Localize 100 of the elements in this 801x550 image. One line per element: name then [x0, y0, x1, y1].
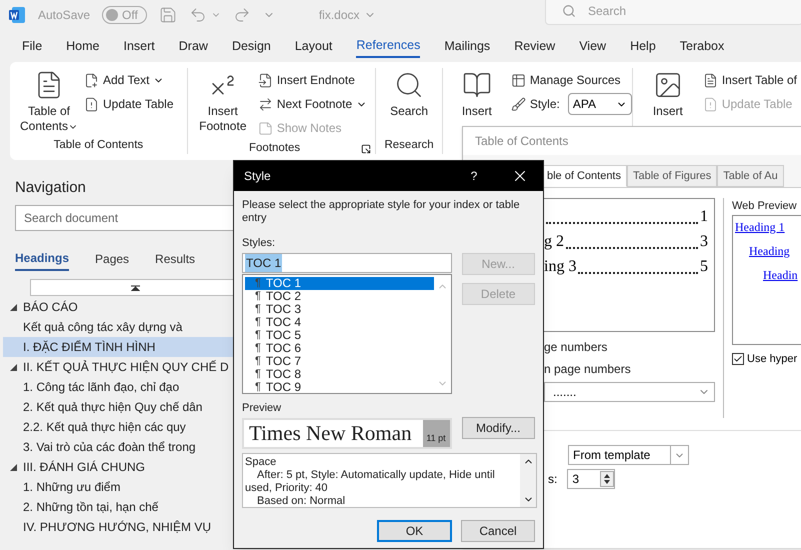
update-table-icon — [84, 96, 99, 112]
check-icon — [733, 354, 743, 364]
styles-list[interactable]: ¶ TOC 1 ¶ TOC 2 ¶ TOC 3 ¶ TOC 4 ¶ TOC 5 ¶ TOC 6 ¶ TOC 7 ¶ TOC 8 ¶ TOC 9 — [242, 274, 452, 394]
help-button[interactable]: ? — [451, 161, 497, 191]
insert-table-button[interactable]: Insert Table of — [698, 68, 801, 92]
add-text-button[interactable]: Add Text — [80, 68, 178, 92]
next-footnote-icon — [258, 96, 273, 112]
formats-select[interactable]: From template — [568, 445, 689, 465]
style-list-item[interactable]: ¶ TOC 4 — [245, 316, 434, 328]
insert-endnote-button[interactable]: Insert Endnote — [254, 68, 372, 92]
tab-leader-select[interactable]: ....... — [544, 382, 715, 402]
heading-item[interactable]: 2. Những tồn tại, hạn chế — [3, 497, 233, 517]
pilcrow-mark: ¶ — [255, 290, 261, 302]
heading-item[interactable]: 1. Những ưu điểm — [3, 477, 233, 497]
cancel-button[interactable]: Cancel — [461, 520, 535, 542]
nav-tab[interactable]: Pages — [95, 247, 130, 271]
table-of-contents-button[interactable]: Table of Contents — [18, 68, 80, 137]
instruction-text: Please select the appropriate style for your index or table entry — [242, 199, 521, 225]
style-list-item[interactable]: ¶ TOC 3 — [245, 302, 434, 316]
page-number: 3 — [700, 232, 708, 252]
style-select[interactable]: APA — [568, 93, 632, 115]
menu-tab[interactable]: Home — [66, 34, 100, 58]
search-button[interactable]: Search — [378, 68, 440, 137]
undo-icon[interactable] — [188, 6, 207, 24]
style-list-item[interactable]: ¶ TOC 9 — [245, 380, 434, 394]
search-icon — [562, 4, 576, 18]
manage-sources-button[interactable]: Manage Sources — [506, 68, 632, 92]
style-list-item[interactable]: ¶ TOC 7 — [245, 354, 434, 368]
insert-footnote-button[interactable]: Insert Footnote — [192, 68, 254, 140]
dialog-launcher-icon[interactable] — [361, 144, 372, 154]
update-table-icon — [702, 96, 718, 112]
heading-item[interactable]: 3. Vai trò của các đoàn thể trong — [3, 437, 233, 457]
heading-item[interactable]: 1. Công tác lãnh đạo, chỉ đạo — [3, 377, 233, 397]
spin-arrows-icon — [600, 471, 614, 487]
dialog-tab[interactable]: ble of Contents — [541, 165, 627, 187]
menu-tab[interactable]: Layout — [294, 34, 332, 58]
heading-item[interactable]: 2.2. Kết quả thực hiện các quy — [3, 417, 233, 437]
style-list-item[interactable]: ¶ TOC 8 — [245, 368, 434, 380]
description-text: After: 5 pt, Style: Automatically update, Hide until used, Priority: 40 — [245, 469, 496, 495]
manage-sources-icon — [510, 72, 526, 88]
menu-tab[interactable]: References — [356, 34, 420, 58]
style-name-input[interactable]: TOC 1 — [242, 252, 452, 272]
style-list-item[interactable]: ¶ TOC 1 — [245, 276, 434, 290]
style-list-item[interactable]: ¶ TOC 2 — [245, 290, 434, 302]
dialog-title: Style — [244, 168, 272, 185]
style-list-item[interactable]: ¶ TOC 5 — [245, 328, 434, 342]
collapse-triangle-icon[interactable] — [10, 464, 16, 470]
menu-tab[interactable]: Terabox — [680, 34, 724, 58]
dialog-tab[interactable]: Table of Au — [717, 165, 784, 187]
word-app-icon — [8, 6, 26, 24]
pane-title: Navigation — [15, 178, 87, 198]
group-label: Footnotes — [248, 141, 302, 156]
styles-label: Styles: — [242, 236, 276, 251]
menu-tab[interactable]: Mailings — [444, 34, 490, 58]
collapse-all-icon — [130, 284, 140, 290]
preview-link[interactable]: Heading 1 — [735, 218, 801, 236]
collapse-triangle-icon[interactable] — [10, 304, 16, 310]
menu-tab[interactable]: Draw — [178, 34, 208, 58]
update-table-button[interactable]: Update Table — [80, 92, 178, 116]
heading-item[interactable]: II. KẾT QUẢ THỰC HIỆN QUY CHẾ D — [3, 357, 233, 377]
dialog-title: Table of Contents — [463, 127, 801, 155]
ok-button[interactable]: OK — [377, 520, 452, 542]
toc-entry-text: g 2 — [544, 232, 564, 252]
pilcrow-mark: ¶ — [255, 328, 261, 342]
preview-link[interactable]: Heading — [735, 242, 801, 260]
redo-icon[interactable] — [232, 6, 251, 24]
group-label: Research — [383, 138, 435, 153]
heading-item[interactable]: BÁO CÁO — [3, 297, 233, 317]
web-preview-label: Web Preview — [732, 199, 798, 214]
collapse-triangle-icon[interactable] — [10, 364, 16, 370]
heading-item[interactable]: IV. PHƯƠNG HƯỚNG, NHIỆM VỤ — [3, 517, 233, 537]
heading-item[interactable]: Kết quả công tác xây dựng và — [3, 317, 233, 337]
nav-tab[interactable]: Results — [155, 247, 196, 271]
autosave-label: AutoSave — [38, 7, 90, 24]
style-label[interactable]: Style: — [506, 92, 564, 116]
modify-button[interactable]: Modify... — [462, 416, 535, 438]
menu-tab[interactable]: Insert — [124, 34, 155, 58]
heading-item[interactable]: I. ĐẶC ĐIỂM TÌNH HÌNH — [3, 337, 233, 357]
option-label: ge numbers — [544, 339, 608, 356]
menu-tab[interactable]: Review — [514, 34, 556, 58]
insert-table-icon — [702, 72, 718, 88]
nav-tab[interactable]: Headings — [15, 247, 70, 271]
show-notes-icon — [258, 120, 273, 136]
menu-tab[interactable]: Design — [232, 34, 271, 58]
preview-label: Preview — [242, 400, 282, 416]
levels-spinner[interactable]: 3 — [567, 469, 616, 489]
menu-tab[interactable]: View — [579, 34, 606, 58]
page-number: 5 — [700, 257, 708, 277]
heading-item[interactable]: III. ĐÁNH GIÁ CHUNG — [3, 457, 233, 477]
style-list-item[interactable]: ¶ TOC 6 — [245, 342, 434, 354]
menu-tab[interactable]: File — [22, 34, 42, 58]
pilcrow-mark: ¶ — [255, 276, 261, 290]
use-hyperlinks-checkbox[interactable]: Use hyper — [732, 350, 801, 367]
dialog-tab[interactable]: Table of Figures — [627, 165, 718, 187]
preview-link[interactable]: Headin — [735, 266, 801, 284]
next-footnote-button[interactable]: Next Footnote — [254, 92, 372, 116]
page-number: 1 — [700, 207, 708, 227]
menu-tab[interactable]: Help — [630, 34, 656, 58]
save-icon[interactable] — [158, 6, 177, 24]
heading-item[interactable]: 2. Kết quả thực hiện Quy chế dân — [3, 397, 233, 417]
